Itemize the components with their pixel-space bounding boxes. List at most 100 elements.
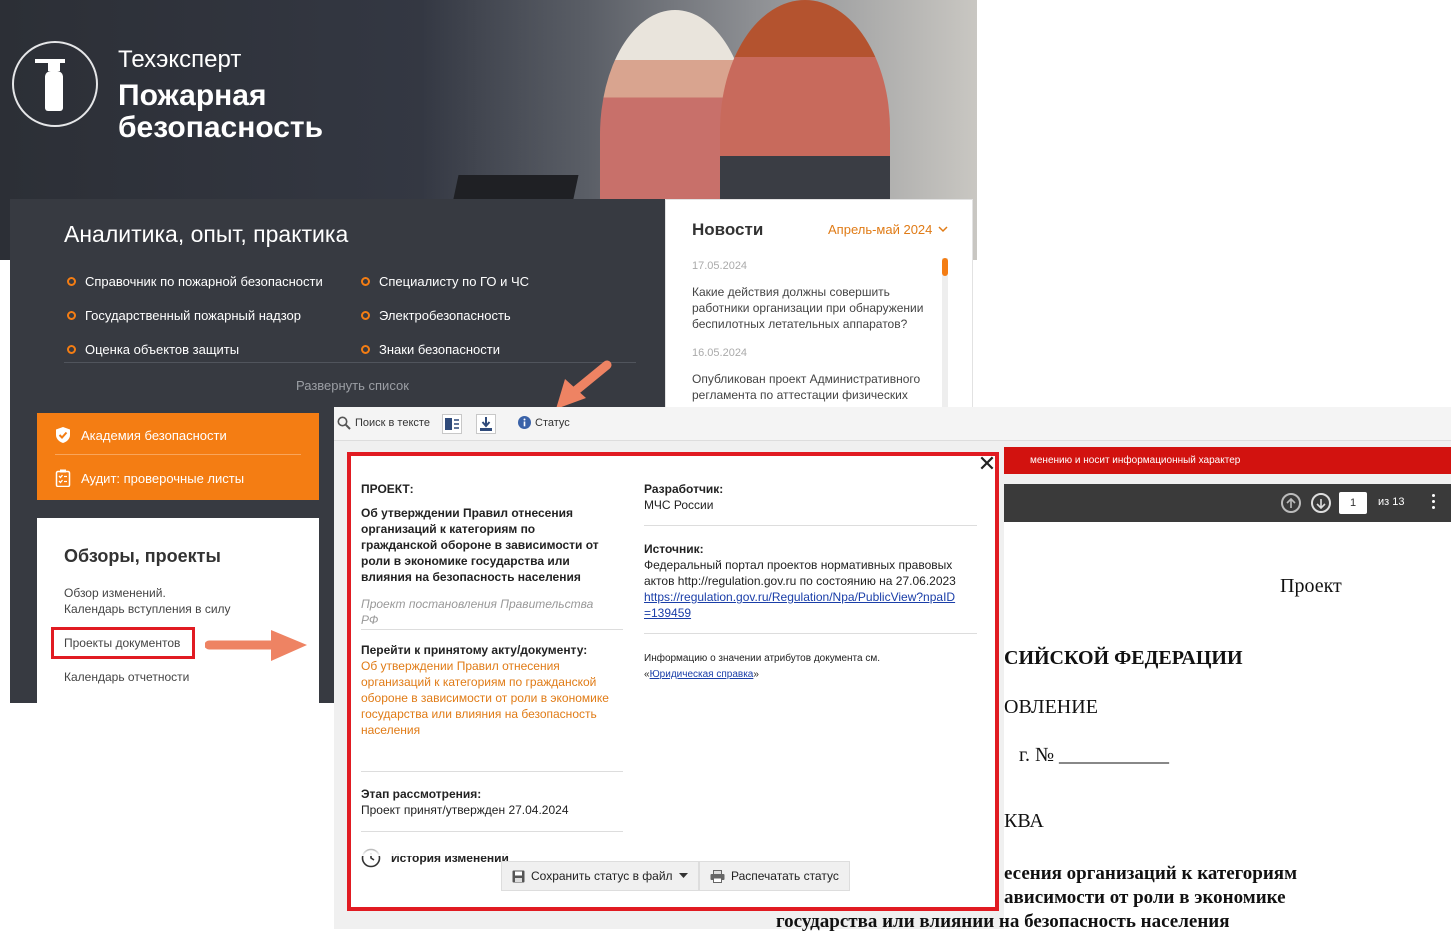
divider — [644, 633, 977, 634]
news-period-select[interactable]: Апрель-май 2024 — [828, 222, 948, 237]
doc-title-line1: есения организаций к категориям — [1004, 863, 1298, 884]
brand-name-line2: безопасность — [118, 111, 324, 144]
analytics-link-label: Государственный пожарный надзор — [85, 308, 301, 323]
divider — [55, 454, 301, 455]
prev-page-button[interactable] — [1281, 493, 1301, 513]
save-status-button[interactable]: Сохранить статус в файл — [501, 861, 699, 891]
doc-heading-decree: ОВЛЕНИЕ — [1004, 696, 1098, 718]
arrow-down-left-icon — [556, 360, 612, 409]
info-icon — [518, 416, 531, 429]
project-title: Об утверждении Правил отнесения организа… — [361, 506, 599, 584]
divider — [361, 771, 623, 772]
news-title: Новости — [692, 220, 764, 239]
news-scroll-thumb[interactable] — [942, 258, 948, 276]
print-status-label: Распечатать статус — [731, 869, 839, 883]
changes-review-link[interactable]: Обзор изменений. Календарь вступления в … — [64, 585, 231, 617]
menu-item-academy[interactable]: Академия безопасности — [55, 426, 227, 444]
extinguisher-logo[interactable] — [12, 41, 98, 127]
goto-act-link[interactable]: Об утверждении Правил отнесения организа… — [361, 658, 623, 738]
goto-act-label: Перейти к принятому акту/документу: — [361, 643, 588, 657]
status-button[interactable]: Статус — [518, 416, 570, 429]
contents-icon — [445, 418, 459, 430]
contents-button[interactable] — [442, 414, 462, 434]
page-navigation-bar: 1 из 13 — [1004, 484, 1451, 522]
scroll-fade — [351, 836, 995, 856]
analytics-link-safety-signs[interactable]: Знаки безопасности — [361, 342, 500, 357]
analytics-link-label: Справочник по пожарной безопасности — [85, 274, 323, 289]
analytics-link-civil-defense[interactable]: Специалисту по ГО и ЧС — [361, 274, 529, 289]
news-date: 17.05.2024 — [692, 260, 748, 272]
brand-name: Пожарная безопасность — [118, 80, 418, 144]
news-item-link[interactable]: Какие действия должны совершить работник… — [692, 284, 927, 332]
menu-item-audit[interactable]: Аудит: проверочные листы — [55, 469, 244, 487]
status-popup: ✕ ПРОЕКТ: Об утверждении Правил отнесени… — [347, 452, 999, 911]
fire-extinguisher-icon — [35, 55, 75, 113]
download-icon — [480, 417, 492, 431]
analytics-link-label: Знаки безопасности — [379, 342, 501, 357]
doc-title-line2: ависимости от роли в экономике — [1004, 887, 1286, 908]
changes-review-line2: Календарь вступления в силу — [64, 602, 231, 616]
search-in-text-button[interactable]: Поиск в тексте — [337, 416, 430, 430]
analytics-title: Аналитика, опыт, практика — [64, 221, 349, 247]
doc-number-line: г. № ___________ — [1019, 744, 1170, 766]
divider — [361, 629, 623, 630]
stage-value: Проект принят/утвержден 27.04.2024 — [361, 803, 569, 817]
arrow-right-icon — [205, 630, 307, 661]
analytics-link-label: Оценка объектов защиты — [85, 342, 240, 357]
analytics-link-state-supervision[interactable]: Государственный пожарный надзор — [67, 308, 301, 323]
bullet-icon — [67, 311, 76, 320]
news-item-link[interactable]: Опубликован проект Административного рег… — [692, 371, 927, 403]
legal-reference-link[interactable]: Юридическая справка — [650, 669, 754, 680]
doc-city: КВА — [1004, 810, 1044, 832]
menu-item-label: Академия безопасности — [81, 427, 227, 443]
print-status-button[interactable]: Распечатать статус — [699, 861, 850, 891]
source-link-line2: =139459 — [644, 606, 692, 620]
analytics-link-label: Электробезопасность — [379, 308, 511, 323]
download-button[interactable] — [476, 414, 496, 434]
page-number-input[interactable]: 1 — [1339, 492, 1367, 514]
floppy-disk-icon — [512, 870, 525, 882]
news-date: 16.05.2024 — [692, 347, 748, 359]
divider — [64, 362, 636, 363]
clipboard-checklist-icon — [55, 469, 71, 487]
reviews-panel: Обзоры, проекты Обзор изменений. Календа… — [37, 518, 319, 708]
project-label: ПРОЕКТ: — [361, 482, 414, 496]
source-link-line1: https://regulation.gov.ru/Regulation/Npa… — [644, 590, 956, 604]
reporting-calendar-link[interactable]: Календарь отчетности — [64, 669, 189, 685]
analytics-link-object-assessment[interactable]: Оценка объектов защиты — [67, 342, 239, 357]
document-page: Проект СИЙСКОЙ ФЕДЕРАЦИИ ОВЛЕНИЕ г. № __… — [776, 522, 1451, 932]
bullet-icon — [361, 277, 370, 286]
bullet-icon — [67, 345, 76, 354]
doc-heading-federation: СИЙСКОЙ ФЕДЕРАЦИИ — [1004, 647, 1243, 669]
printer-icon — [710, 869, 725, 883]
analytics-link-electrical-safety[interactable]: Электробезопасность — [361, 308, 511, 323]
arrow-down-icon — [1316, 498, 1326, 509]
next-page-button[interactable] — [1311, 493, 1331, 513]
stage-label: Этап рассмотрения: — [361, 787, 482, 801]
info-notice-banner: менению и носит информационный характер — [1004, 447, 1451, 474]
analytics-link-fire-reference[interactable]: Справочник по пожарной безопасности — [67, 274, 323, 289]
doc-title-line3: государства или влиянии на безопасность … — [776, 911, 1230, 932]
analytics-link-label: Специалисту по ГО и ЧС — [379, 274, 529, 289]
highlight-frame — [51, 627, 195, 659]
orange-menu: Академия безопасности Аудит: проверочные… — [37, 413, 319, 500]
more-menu-icon[interactable] — [1432, 494, 1436, 512]
news-panel: Новости Апрель-май 2024 17.05.2024 Какие… — [665, 199, 973, 409]
caret-down-icon — [678, 873, 688, 878]
bullet-icon — [67, 277, 76, 286]
shield-check-icon — [56, 427, 70, 443]
reviews-title: Обзоры, проекты — [64, 546, 221, 566]
brand-name-line1: Пожарная — [118, 79, 267, 112]
developer-label: Разработчик: — [644, 482, 724, 496]
search-icon — [337, 416, 351, 430]
expand-list-link[interactable]: Развернуть список — [296, 378, 409, 393]
developer-value: МЧС России — [644, 498, 714, 512]
close-icon[interactable]: ✕ — [977, 456, 995, 475]
divider — [361, 831, 623, 832]
search-in-text-label: Поиск в тексте — [355, 417, 430, 429]
page-total: из 13 — [1378, 496, 1405, 508]
info-note: Информацию о значении атрибутов документ… — [644, 651, 980, 683]
source-label: Источник: — [644, 542, 704, 556]
source-link[interactable]: https://regulation.gov.ru/Regulation/Npa… — [644, 589, 980, 621]
news-scrollbar[interactable] — [942, 258, 948, 408]
